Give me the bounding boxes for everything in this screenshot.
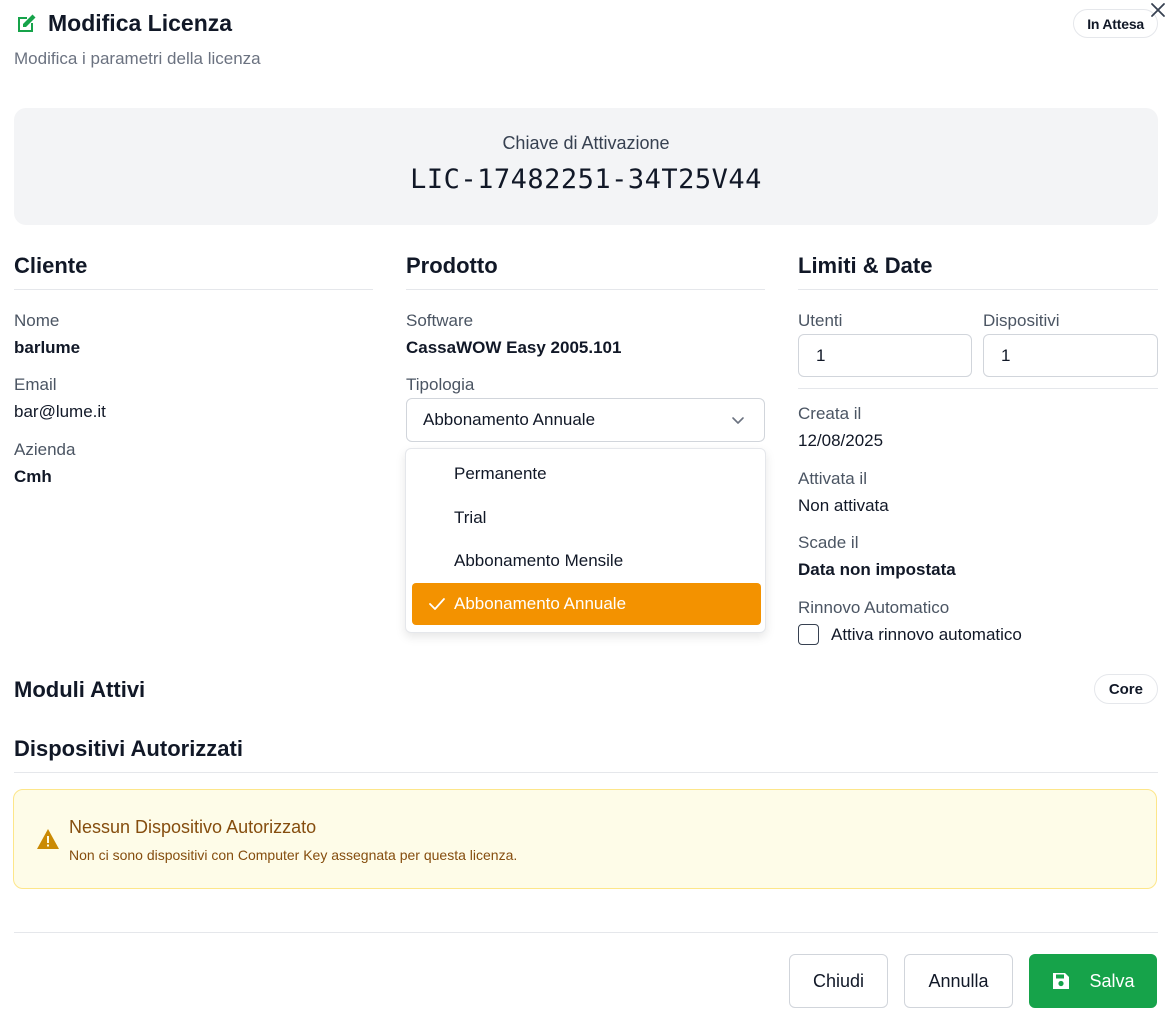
- azienda-label: Azienda: [14, 440, 76, 459]
- utenti-input[interactable]: 1: [798, 334, 972, 377]
- attivata-value: Non attivata: [798, 496, 889, 515]
- creata-value: 12/08/2025: [798, 431, 884, 450]
- option-abbonamento-mensile[interactable]: Abbonamento Mensile: [412, 540, 761, 582]
- option-label: Trial: [454, 508, 487, 527]
- dialog-title: Modifica Licenza: [48, 10, 233, 36]
- option-permanente[interactable]: Permanente: [412, 453, 761, 495]
- divider: [406, 289, 765, 290]
- dialog-header: Modifica Licenza: [14, 10, 232, 37]
- scade-label: Scade il: [798, 533, 859, 552]
- tipologia-select[interactable]: Abbonamento Annuale: [406, 398, 765, 442]
- email-label: Email: [14, 375, 57, 394]
- option-abbonamento-annuale[interactable]: Abbonamento Annuale: [412, 583, 761, 625]
- nome-label: Nome: [14, 311, 60, 330]
- close-icon[interactable]: [1150, 2, 1166, 18]
- email-value: bar@lume.it: [14, 402, 106, 421]
- dispositivi-label: Dispositivi: [983, 311, 1060, 330]
- cancel-button[interactable]: Annulla: [904, 954, 1013, 1008]
- tipologia-label: Tipologia: [406, 375, 475, 394]
- section-title-dispositivi: Dispositivi Autorizzati: [14, 736, 243, 761]
- divider: [798, 289, 1158, 290]
- option-label: Abbonamento Annuale: [454, 594, 627, 613]
- software-label: Software: [406, 311, 474, 330]
- edit-icon: [18, 14, 36, 32]
- software-value: CassaWOW Easy 2005.101: [406, 338, 622, 357]
- nome-value: barlume: [14, 338, 81, 357]
- tipologia-selected-value: Abbonamento Annuale: [423, 410, 596, 429]
- section-title-cliente: Cliente: [14, 253, 88, 278]
- dispositivi-input[interactable]: 1: [983, 334, 1158, 377]
- alert-title: Nessun Dispositivo Autorizzato: [69, 817, 317, 837]
- creata-label: Creata il: [798, 404, 862, 423]
- footer-divider: [14, 932, 1158, 933]
- option-label: Permanente: [454, 464, 547, 483]
- save-button[interactable]: Salva: [1029, 954, 1157, 1008]
- divider: [14, 772, 1158, 773]
- scade-value: Data non impostata: [798, 560, 956, 579]
- chevron-down-icon: [732, 417, 744, 424]
- option-label: Abbonamento Mensile: [454, 551, 624, 570]
- no-devices-alert: Nessun Dispositivo Autorizzato Non ci so…: [13, 789, 1157, 889]
- save-button-label: Salva: [1089, 970, 1135, 991]
- check-icon: [429, 598, 445, 610]
- rinnovo-label: Rinnovo Automatico: [798, 598, 950, 617]
- option-trial[interactable]: Trial: [412, 497, 761, 539]
- section-title-prodotto: Prodotto: [406, 253, 498, 278]
- rinnovo-checkbox[interactable]: [798, 624, 819, 645]
- tipologia-dropdown: Permanente Trial Abbonamento Mensile Abb…: [405, 448, 766, 633]
- activation-key-panel: Chiave di Attivazione LIC-17482251-34T25…: [14, 108, 1158, 225]
- module-badge-core: Core: [1093, 674, 1158, 704]
- section-title-moduli: Moduli Attivi: [14, 677, 146, 702]
- divider: [14, 289, 373, 290]
- warning-icon: [37, 829, 59, 849]
- rinnovo-checkbox-label[interactable]: Attiva rinnovo automatico: [831, 625, 1022, 645]
- utenti-label: Utenti: [798, 311, 843, 330]
- divider: [798, 388, 1158, 389]
- close-button[interactable]: Chiudi: [789, 954, 888, 1008]
- status-badge: In Attesa: [1073, 9, 1158, 38]
- alert-text: Non ci sono dispositivi con Computer Key…: [69, 847, 518, 863]
- attivata-label: Attivata il: [798, 469, 867, 488]
- azienda-value: Cmh: [14, 467, 52, 486]
- dialog-subtitle: Modifica i parametri della licenza: [14, 49, 261, 68]
- activation-key-label: Chiave di Attivazione: [502, 133, 670, 153]
- activation-key-value: LIC-17482251-34T25V44: [410, 164, 762, 195]
- save-icon: [1053, 973, 1070, 989]
- section-title-limiti: Limiti & Date: [798, 253, 933, 278]
